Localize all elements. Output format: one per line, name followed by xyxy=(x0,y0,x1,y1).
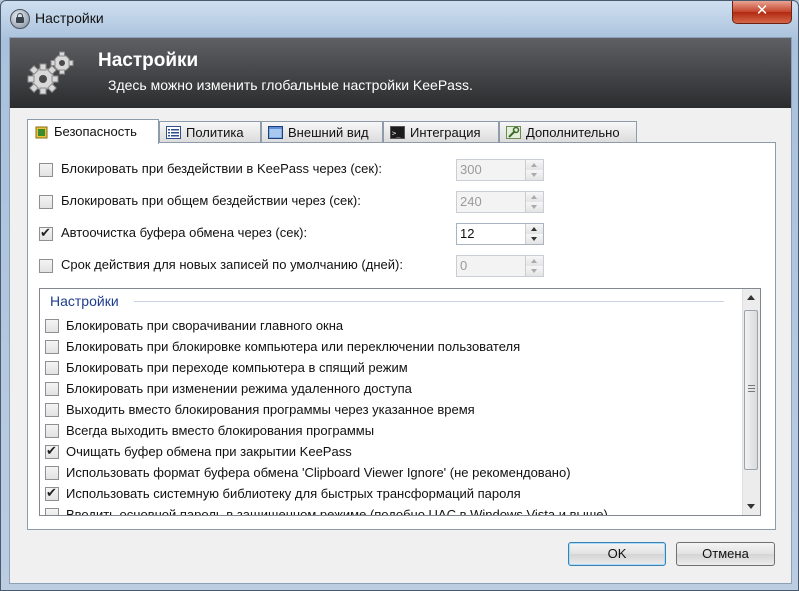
row-label: Блокировать при бездействии в KeePass че… xyxy=(61,161,383,176)
option-checkbox[interactable] xyxy=(45,485,59,501)
security-tab-panel: Блокировать при бездействии в KeePass че… xyxy=(27,142,776,530)
keepass-lock-icon xyxy=(10,9,30,29)
option-label: Блокировать при сворачивании главного ок… xyxy=(66,318,344,333)
tab-label: Политика xyxy=(186,125,244,140)
keepass-idle-seconds-spinner: 300 xyxy=(456,159,544,181)
spinner-value[interactable]: 12 xyxy=(460,226,474,241)
banner-title: Настройки xyxy=(98,50,199,71)
spinner-value: 0 xyxy=(460,258,468,273)
default-expiry-days-spinner: 0 xyxy=(456,255,544,277)
window-icon xyxy=(268,126,283,139)
lock-after-global-idle-checkbox[interactable] xyxy=(39,195,53,209)
svg-text:>_: >_ xyxy=(392,130,401,138)
option-checkbox[interactable] xyxy=(45,403,59,417)
dialog-client: Настройки Здесь можно изменить глобальны… xyxy=(9,37,792,584)
option-label: Всегда выходить вместо блокирования прог… xyxy=(66,423,375,438)
tab-label: Безопасность xyxy=(54,124,137,139)
tab-integration[interactable]: >_ Интеграция xyxy=(383,121,499,142)
option-label: Использовать системную библиотеку для бы… xyxy=(66,486,521,501)
tab-appearance[interactable]: Внешний вид xyxy=(261,121,383,142)
spin-down-button xyxy=(526,170,543,180)
group-header: Настройки xyxy=(50,293,119,309)
tab-advanced[interactable]: Дополнительно xyxy=(499,121,637,142)
ok-button[interactable]: OK xyxy=(568,542,666,566)
spinner-value: 300 xyxy=(460,162,482,177)
clipboard-clear-seconds-spinner[interactable]: 12 xyxy=(456,223,544,245)
option-label: Вводить основной пароль в защищенном реж… xyxy=(66,507,608,516)
option-checkbox[interactable] xyxy=(45,382,59,396)
option-checkbox[interactable] xyxy=(45,340,59,354)
option-label: Использовать формат буфера обмена 'Clipb… xyxy=(66,465,571,480)
spinner-value: 240 xyxy=(460,194,482,209)
list-icon xyxy=(166,126,181,139)
gears-icon xyxy=(27,51,74,95)
title-bar[interactable]: Настройки ✕ xyxy=(1,1,798,37)
close-button[interactable]: ✕ xyxy=(732,1,792,24)
option-checkbox[interactable] xyxy=(45,424,59,438)
option-label: Блокировать при изменении режима удаленн… xyxy=(66,381,412,396)
banner-subtitle: Здесь можно изменить глобальные настройк… xyxy=(108,77,473,93)
vertical-scrollbar[interactable] xyxy=(742,289,760,515)
default-expiry-checkbox[interactable] xyxy=(39,259,53,273)
option-checkbox[interactable] xyxy=(45,508,59,515)
scroll-down-arrow-icon[interactable] xyxy=(743,498,760,515)
option-checkbox[interactable] xyxy=(45,361,59,375)
option-checkbox[interactable] xyxy=(45,443,59,459)
lock-after-keepass-idle-checkbox[interactable] xyxy=(39,163,53,177)
option-label: Очищать буфер обмена при закрытии KeePas… xyxy=(66,444,352,459)
tab-security[interactable]: Безопасность xyxy=(27,119,159,144)
settings-window: Настройки ✕ Настройки Здесь можно измени… xyxy=(0,0,799,591)
option-checkbox[interactable] xyxy=(45,319,59,333)
row-label: Срок действия для новых записей по умолч… xyxy=(61,257,403,272)
option-checkbox[interactable] xyxy=(45,466,59,480)
window-title: Настройки xyxy=(35,10,104,26)
console-icon: >_ xyxy=(390,126,405,139)
spin-down-button xyxy=(526,202,543,212)
banner: Настройки Здесь можно изменить глобальны… xyxy=(10,38,791,108)
group-divider xyxy=(134,301,724,302)
tab-policy[interactable]: Политика xyxy=(159,121,261,142)
shield-icon xyxy=(35,126,48,139)
global-idle-seconds-spinner: 240 xyxy=(456,191,544,213)
spin-down-button xyxy=(526,266,543,276)
cancel-button[interactable]: Отмена xyxy=(676,542,775,566)
clipboard-autoclear-checkbox[interactable] xyxy=(39,225,53,241)
option-label: Блокировать при переходе компьютера в сп… xyxy=(66,360,408,375)
grip-icon xyxy=(748,385,755,394)
option-label: Выходить вместо блокирования программы ч… xyxy=(66,402,475,417)
tab-label: Интеграция xyxy=(410,125,481,140)
security-options-list[interactable]: Настройки Блокировать при сворачивании г… xyxy=(39,288,761,516)
scrollbar-thumb[interactable] xyxy=(744,310,758,470)
wrench-icon xyxy=(506,126,521,139)
row-label: Блокировать при общем бездействии через … xyxy=(61,193,361,208)
tab-label: Дополнительно xyxy=(526,125,620,140)
option-label: Блокировать при блокировке компьютера ил… xyxy=(66,339,521,354)
row-label: Автоочистка буфера обмена через (сек): xyxy=(61,225,308,240)
tab-label: Внешний вид xyxy=(288,125,369,140)
scroll-up-arrow-icon[interactable] xyxy=(743,289,760,306)
spin-down-button[interactable] xyxy=(526,234,543,244)
